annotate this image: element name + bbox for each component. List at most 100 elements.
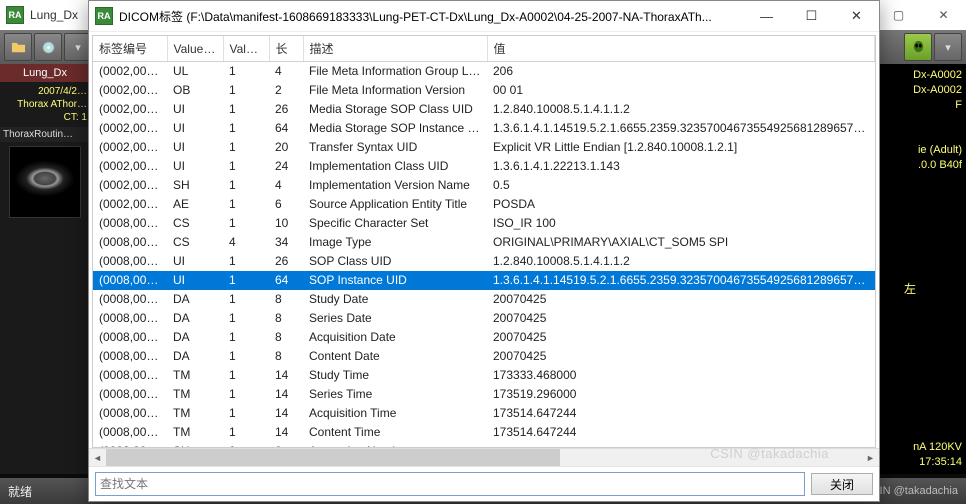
series-header: Lung_Dx (0, 64, 90, 82)
table-row[interactable]: (0002,0002)UI126Media Storage SOP Class … (93, 100, 875, 119)
cell-val: 1.2.840.10008.5.1.4.1.1.2 (487, 100, 875, 119)
cell-t: (0008,0018) (93, 271, 167, 290)
cell-vr: OB (167, 81, 223, 100)
series-panel[interactable]: Lung_Dx 2007/4/2… Thorax AThor… CT: 1 Th… (0, 64, 90, 474)
dialog-maximize-button[interactable]: ☐ (789, 2, 834, 31)
cell-desc: Acquisition Time (303, 404, 487, 423)
table-row[interactable]: (0008,0008)CS434Image TypeORIGINAL\PRIMA… (93, 233, 875, 252)
cell-vm: 1 (223, 157, 269, 176)
cell-desc: SOP Class UID (303, 252, 487, 271)
cell-len: 24 (269, 157, 303, 176)
table-row[interactable]: (0002,0010)UI120Transfer Syntax UIDExpli… (93, 138, 875, 157)
cell-desc: File Meta Information Group Length (303, 62, 487, 82)
cell-desc: Series Time (303, 385, 487, 404)
col-desc[interactable]: 描述 (303, 36, 487, 62)
table-row[interactable]: (0002,0016)AE16Source Application Entity… (93, 195, 875, 214)
search-input[interactable] (95, 472, 805, 496)
scroll-left-icon[interactable]: ◄ (89, 449, 106, 466)
col-val[interactable]: 值 (487, 36, 875, 62)
cell-vm: 1 (223, 404, 269, 423)
table-row[interactable]: (0008,0022)DA18Acquisition Date20070425 (93, 328, 875, 347)
cell-desc: Transfer Syntax UID (303, 138, 487, 157)
col-vr[interactable]: Value ... (167, 36, 223, 62)
table-row[interactable]: (0002,0001)OB12File Meta Information Ver… (93, 81, 875, 100)
cell-val: 00 01 (487, 81, 875, 100)
dialog-close-button[interactable]: ✕ (834, 2, 879, 31)
cell-vm: 1 (223, 252, 269, 271)
table-row[interactable]: (0008,0005)CS110Specific Character SetIS… (93, 214, 875, 233)
cell-vm: 0 (223, 442, 269, 448)
cell-vm: 1 (223, 366, 269, 385)
cell-val: 1.3.6.1.4.1.14519.5.2.1.6655.2359.323570… (487, 119, 875, 138)
cell-desc: File Meta Information Version (303, 81, 487, 100)
cell-val: 173519.296000 (487, 385, 875, 404)
thumb-header: ThoraxRoutin… (0, 127, 90, 142)
disc-icon[interactable] (34, 33, 62, 61)
close-button[interactable]: ✕ (921, 1, 966, 29)
cell-vm: 1 (223, 309, 269, 328)
maximize-button[interactable]: ▢ (876, 1, 921, 29)
cell-desc: Source Application Entity Title (303, 195, 487, 214)
table-row[interactable]: (0002,0013)SH14Implementation Version Na… (93, 176, 875, 195)
cell-len: 26 (269, 252, 303, 271)
cell-len: 14 (269, 385, 303, 404)
table-row[interactable]: (0008,0023)DA18Content Date20070425 (93, 347, 875, 366)
scroll-right-icon[interactable]: ► (862, 449, 879, 466)
cell-val: ORIGINAL\PRIMARY\AXIAL\CT_SOM5 SPI (487, 233, 875, 252)
cell-desc: Media Storage SOP Instance UID (303, 119, 487, 138)
table-row[interactable]: (0008,0030)TM114Study Time173333.468000 (93, 366, 875, 385)
cell-desc: Media Storage SOP Class UID (303, 100, 487, 119)
overlay-top-right: Dx-A0002 Dx-A0002 F ie (Adult) .0.0 B40f (872, 68, 962, 173)
col-len[interactable]: 长 (269, 36, 303, 62)
cell-vr: SH (167, 176, 223, 195)
cell-t: (0002,0002) (93, 100, 167, 119)
table-row[interactable]: (0008,0031)TM114Series Time173519.296000 (93, 385, 875, 404)
tags-grid[interactable]: 标签编号 Value ... Valu... 长 描述 值 (0002,0000… (92, 35, 876, 448)
cell-desc: Implementation Class UID (303, 157, 487, 176)
status-text: 就绪 (8, 483, 32, 500)
cell-t: (0002,0010) (93, 138, 167, 157)
alien-icon[interactable] (904, 33, 932, 61)
horizontal-scrollbar[interactable]: ◄ ► (89, 448, 879, 466)
cell-val: 173514.647244 (487, 423, 875, 442)
close-dialog-button[interactable]: 关闭 (811, 473, 873, 495)
open-folder-icon[interactable] (4, 33, 32, 61)
col-vm[interactable]: Valu... (223, 36, 269, 62)
table-row[interactable]: (0008,0016)UI126SOP Class UID1.2.840.100… (93, 252, 875, 271)
table-row[interactable]: (0008,0033)TM114Content Time173514.64724… (93, 423, 875, 442)
dialog-titlebar[interactable]: RA DICOM标签 (F:\Data\manifest-16086691833… (89, 1, 879, 32)
cell-t: (0008,0030) (93, 366, 167, 385)
cell-len: 4 (269, 176, 303, 195)
cell-desc: Study Time (303, 366, 487, 385)
cell-vr: TM (167, 404, 223, 423)
col-tag[interactable]: 标签编号 (93, 36, 167, 62)
table-row[interactable]: (0008,0050)SH00Accession Number (93, 442, 875, 448)
cell-len: 6 (269, 195, 303, 214)
table-header-row[interactable]: 标签编号 Value ... Valu... 长 描述 值 (93, 36, 875, 62)
table-row[interactable]: (0008,0018)UI164SOP Instance UID1.3.6.1.… (93, 271, 875, 290)
table-row[interactable]: (0008,0032)TM114Acquisition Time173514.6… (93, 404, 875, 423)
series-thumbnail[interactable] (9, 146, 81, 218)
app-icon: RA (6, 6, 24, 24)
table-row[interactable]: (0002,0012)UI124Implementation Class UID… (93, 157, 875, 176)
table-row[interactable]: (0002,0003)UI164Media Storage SOP Instan… (93, 119, 875, 138)
cell-val: 20070425 (487, 309, 875, 328)
cell-vm: 1 (223, 423, 269, 442)
cell-t: (0008,0021) (93, 309, 167, 328)
table-row[interactable]: (0008,0020)DA18Study Date20070425 (93, 290, 875, 309)
cell-val: 1.3.6.1.4.1.14519.5.2.1.6655.2359.323570… (487, 271, 875, 290)
dialog-minimize-button[interactable]: — (744, 2, 789, 31)
dialog-bottom-bar: 关闭 (89, 466, 879, 501)
table-row[interactable]: (0002,0000)UL14File Meta Information Gro… (93, 62, 875, 82)
cell-desc: Specific Character Set (303, 214, 487, 233)
scroll-thumb[interactable] (106, 449, 560, 466)
cell-len: 20 (269, 138, 303, 157)
table-row[interactable]: (0008,0021)DA18Series Date20070425 (93, 309, 875, 328)
cell-vm: 1 (223, 176, 269, 195)
cell-len: 0 (269, 442, 303, 448)
dropdown2-icon[interactable]: ▾ (934, 33, 962, 61)
cell-vr: DA (167, 290, 223, 309)
scroll-track[interactable] (106, 449, 862, 466)
cell-t: (0008,0008) (93, 233, 167, 252)
cell-desc: Image Type (303, 233, 487, 252)
